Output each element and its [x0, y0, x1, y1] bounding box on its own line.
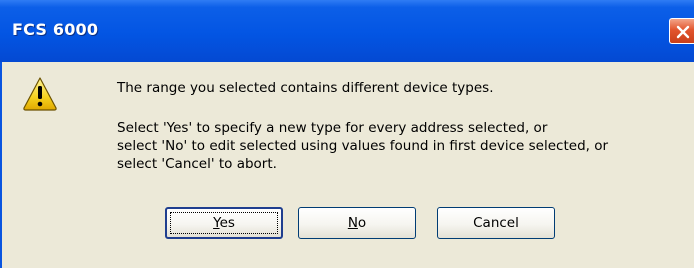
message-line: Select 'Yes' to specify a new type for e… — [117, 120, 548, 136]
cancel-button[interactable]: Cancel — [437, 207, 555, 239]
dialog-body: The range you selected contains differen… — [2, 62, 694, 268]
dialog-window: FCS 6000 The range you selected contains… — [0, 0, 694, 268]
message-line: select 'Cancel' to abort. — [117, 156, 277, 172]
title-bar[interactable]: FCS 6000 — [0, 0, 694, 62]
window-title: FCS 6000 — [12, 20, 99, 39]
message-line: select 'No' to edit selected using value… — [117, 138, 609, 154]
no-mnemonic: N — [347, 215, 358, 231]
focus-rectangle — [170, 212, 278, 234]
message-details: Select 'Yes' to specify a new type for e… — [117, 119, 608, 173]
close-icon — [676, 25, 690, 39]
yes-button[interactable]: Yes — [165, 207, 283, 239]
no-button[interactable]: No — [298, 207, 416, 239]
no-label-rest: o — [357, 215, 367, 231]
message-summary: The range you selected contains differen… — [117, 80, 494, 96]
close-button[interactable] — [669, 18, 694, 44]
warning-icon — [23, 77, 57, 111]
